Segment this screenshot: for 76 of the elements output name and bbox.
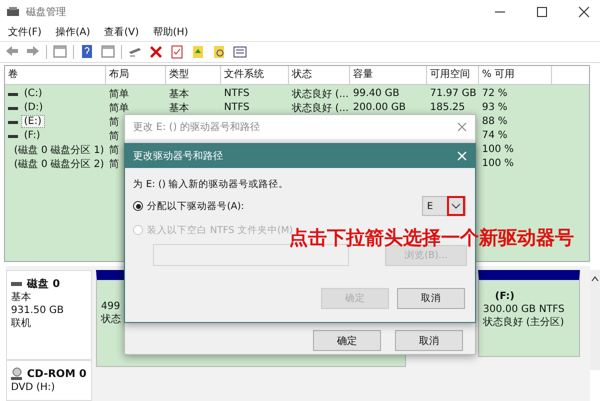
disk-info: 联机	[11, 317, 32, 330]
column-header[interactable]: 文件系统	[221, 66, 289, 84]
table-cell: 93 %	[482, 102, 508, 114]
folder-search-icon[interactable]	[211, 44, 227, 60]
maximize-icon[interactable]	[536, 6, 548, 18]
column-header[interactable]: 布局	[106, 66, 166, 84]
scroll-up-icon[interactable]	[591, 276, 599, 282]
table-cell[interactable]: (磁盘 0 磁盘分区 1)	[12, 142, 106, 157]
option-label[interactable]: 分配以下驱动器号(A):	[147, 200, 244, 212]
delete-icon[interactable]	[148, 44, 164, 60]
table-cell: 72 %	[482, 88, 508, 100]
window-icon[interactable]	[52, 44, 68, 60]
scrollbar[interactable]	[590, 270, 600, 370]
table-cell[interactable]: (F:)	[22, 130, 42, 142]
table-cell: 100 %	[482, 158, 514, 170]
table-cell-text: 简单	[109, 102, 129, 115]
ok-button[interactable]: 确定	[313, 330, 381, 351]
drive-letter-dropdown[interactable]: E	[422, 196, 466, 216]
table-cell: 99.40 GB	[353, 88, 400, 100]
table-cell: 71.97 GB	[430, 88, 476, 100]
column-header[interactable]: 状态	[289, 66, 350, 84]
close-icon[interactable]	[578, 6, 590, 18]
cancel-button[interactable]: 取消	[395, 330, 463, 351]
disk-info: DVD (H:)	[11, 381, 56, 394]
table-cell-text: 状态良好 (...	[292, 102, 349, 115]
table-cell: NTFS	[224, 102, 250, 114]
radio-button[interactable]	[133, 201, 143, 211]
menu-item[interactable]: 查看(V)	[104, 25, 139, 40]
table-cell: 185.25	[430, 102, 465, 114]
disk-name: 磁盘 0	[27, 277, 60, 292]
menu-item[interactable]: 文件(F)	[8, 25, 42, 40]
table-cell: 200.00 GB	[353, 102, 406, 114]
dialog-title: 更改驱动器号和路径	[133, 150, 223, 163]
partition-info: 499	[101, 300, 122, 314]
prompt-text: 为 E: () 输入新的驱动器号或路径。	[133, 178, 290, 192]
table-cell-text: 状态良好 (...	[292, 88, 349, 101]
table-cell[interactable]: (C:)	[22, 88, 44, 100]
column-header[interactable]: 类型	[166, 66, 221, 84]
table-cell[interactable]: (D:)	[22, 102, 45, 114]
table-cell[interactable]: (E:)	[22, 116, 44, 128]
table-cell: 100 %	[482, 144, 514, 156]
column-header[interactable]: 卷	[5, 66, 106, 84]
table-cell: 74 %	[482, 130, 508, 142]
disk-info: 基本	[11, 291, 32, 304]
table-cell-text: 简	[109, 130, 119, 143]
partition-info: 状态	[101, 313, 122, 326]
table-cell: 88 %	[482, 116, 508, 128]
chevron-down-icon[interactable]	[451, 203, 461, 209]
table-cell-text: 简	[109, 144, 119, 157]
partition-title: (F:)	[494, 290, 516, 304]
column-header[interactable]: % 可用	[479, 66, 552, 84]
cd-drive-icon	[11, 367, 23, 382]
help-icon[interactable]	[79, 44, 95, 60]
list-icon[interactable]	[232, 44, 248, 60]
window-title: 磁盘管理	[26, 6, 66, 19]
partition-info: 300.00 GB NTFS	[483, 303, 566, 316]
folder-up-icon[interactable]	[190, 44, 206, 60]
cancel-button[interactable]: 取消	[397, 288, 465, 309]
disk-name: CD-ROM 0	[27, 368, 86, 380]
menu-item[interactable]: 帮助(H)	[152, 25, 188, 40]
table-cell[interactable]: (磁盘 0 磁盘分区 2)	[12, 156, 106, 171]
dialog-title: 更改 E: () 的驱动器号和路径	[133, 120, 260, 134]
table-cell-text: 简	[109, 158, 119, 171]
column-header[interactable]: 可用空间	[427, 66, 479, 84]
table-cell-text: 简单	[109, 88, 129, 101]
window-icon[interactable]	[100, 44, 116, 60]
menu-item[interactable]: 操作(A)	[56, 25, 90, 40]
table-cell: NTFS	[224, 88, 250, 100]
checklist-icon[interactable]	[169, 44, 185, 60]
table-cell-text: 简	[109, 116, 119, 129]
column-header[interactable]: 容量	[350, 66, 427, 84]
partition-info: 状态良好 (主分区)	[483, 316, 565, 330]
table-cell-text: 基本	[169, 102, 189, 115]
table-cell-text: 基本	[169, 88, 189, 101]
disk-info: 931.50 GB	[11, 304, 65, 318]
partition-block[interactable]: (F:) 300.00 GB NTFS 状态良好 (主分区)	[478, 270, 580, 358]
